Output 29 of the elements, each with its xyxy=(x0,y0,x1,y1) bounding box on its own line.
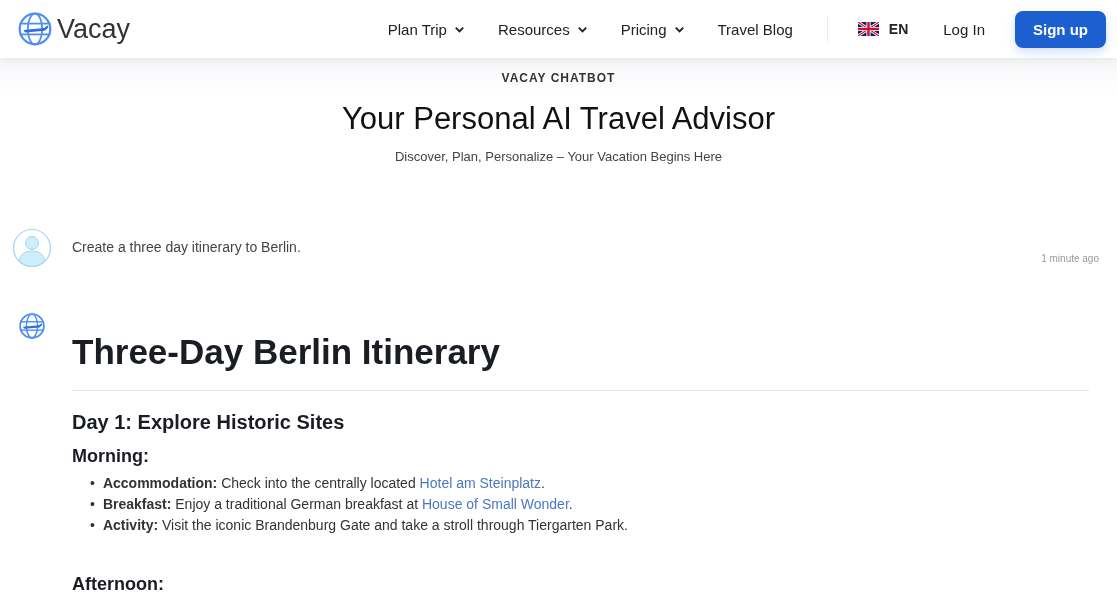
list-item: Activity: Visit the iconic Brandenburg Gate and take a stroll through Tiergarten Park. xyxy=(102,516,628,535)
logo-text[interactable]: Vacay xyxy=(57,13,131,45)
signup-button[interactable]: Sign up xyxy=(1015,10,1106,48)
globe-icon xyxy=(17,11,53,47)
globe-icon xyxy=(18,312,46,340)
link[interactable]: House of Small Wonder xyxy=(421,496,569,512)
list-item: Breakfast: Enjoy a traditional German breakfast at House of Small Wonder. xyxy=(102,495,573,514)
timestamp: 1 minute ago xyxy=(1041,253,1099,264)
nav-link[interactable]: Plan Trip xyxy=(387,20,466,38)
bullet: • xyxy=(90,516,95,535)
eyebrow-text: VACAY CHATBOT xyxy=(500,71,617,85)
login-link[interactable]: Log In xyxy=(943,20,985,38)
link[interactable]: Hotel am Steinplatz xyxy=(419,475,541,491)
nav-link[interactable]: Travel Blog xyxy=(717,20,793,38)
bullet: • xyxy=(90,495,95,514)
section-heading: Day 1: Explore Historic Sites xyxy=(72,411,346,434)
list-item: Accommodation: Check into the centrally located Hotel am Steinplatz. xyxy=(102,474,545,493)
nav-link[interactable]: Resources xyxy=(497,20,589,38)
message-text: Create a three day itinerary to Berlin. xyxy=(72,239,302,255)
subsection-heading: Morning: xyxy=(72,446,150,467)
page-title: Your Personal AI Travel Advisor xyxy=(340,101,777,137)
user-avatar-icon xyxy=(12,228,52,268)
response-title: Three-Day Berlin Itinerary xyxy=(72,332,501,372)
subsection-heading: Afternoon: xyxy=(72,574,165,595)
subtitle: Discover, Plan, Personalize – Your Vacation Begins Here xyxy=(393,149,724,164)
language-selector[interactable]: EN xyxy=(857,21,909,37)
nav-link[interactable]: Pricing xyxy=(620,20,686,38)
flag-icon xyxy=(857,22,879,36)
bullet: • xyxy=(90,474,95,493)
